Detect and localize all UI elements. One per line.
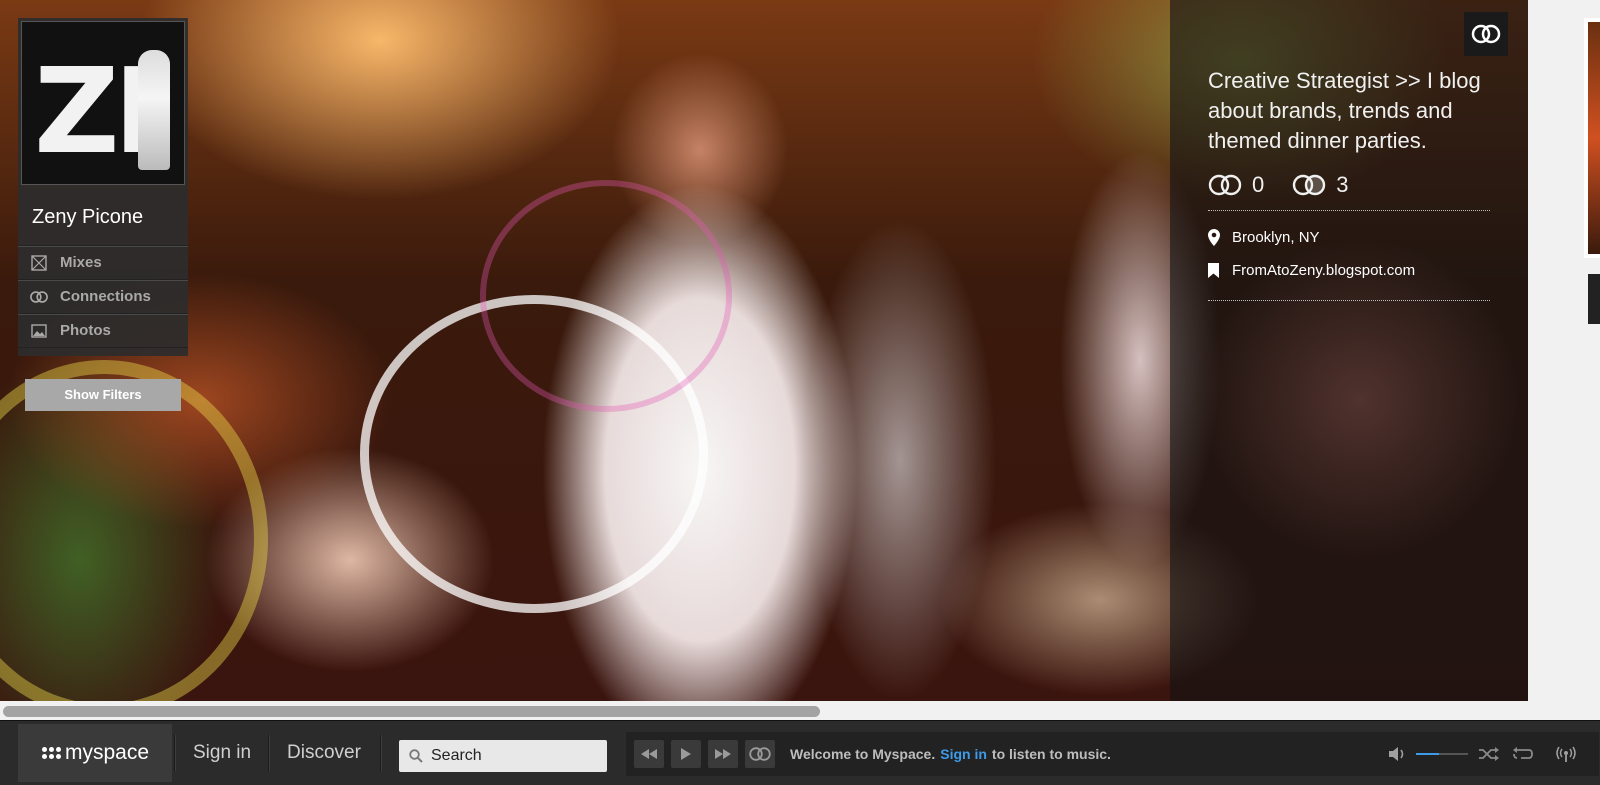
search-icon [409, 749, 423, 763]
menu-divider [18, 347, 188, 356]
divider [1208, 210, 1490, 211]
welcome-suffix: to listen to music. [991, 746, 1111, 762]
search-box[interactable] [399, 740, 607, 772]
glow-ring [480, 180, 732, 412]
separator [174, 735, 175, 771]
avatar-text: ZI [34, 42, 157, 180]
fast-forward-icon [715, 749, 731, 759]
fast-forward-button[interactable] [708, 740, 738, 768]
separator [268, 735, 269, 771]
location-row: Brooklyn, NY [1208, 229, 1320, 246]
volume-button[interactable] [1388, 744, 1410, 764]
bookmark-icon [1208, 263, 1222, 278]
repeat-button[interactable] [1512, 744, 1534, 764]
sign-in-link[interactable]: Sign in [193, 724, 251, 782]
connections-icon [30, 288, 48, 306]
profile-bio: Creative Strategist >> I blog about bran… [1208, 68, 1481, 153]
connections-out-icon [1293, 174, 1326, 196]
volume-icon [1389, 747, 1404, 761]
website-link[interactable]: FromAtoZeny.blogspot.com [1232, 262, 1415, 279]
menu-label: Photos [60, 322, 111, 339]
avatar-figure [138, 50, 170, 170]
repeat-icon [1513, 747, 1533, 759]
play-icon [681, 748, 691, 760]
play-button[interactable] [671, 740, 701, 768]
connect-icon[interactable] [1464, 12, 1508, 56]
volume-slider[interactable] [1416, 753, 1468, 755]
divider [1208, 300, 1490, 301]
connections-in-stat[interactable]: 0 [1208, 172, 1264, 198]
info-panel: Creative Strategist >> I blog about bran… [1170, 0, 1528, 701]
connect-icon [749, 747, 771, 761]
shuffle-icon [1479, 747, 1499, 761]
glow-ring [0, 360, 268, 701]
playback-controls: Welcome to Myspace. Sign in to listen to… [626, 732, 1599, 776]
player-bar: myspace Sign in Discover Welcome to Mysp… [0, 720, 1600, 785]
next-item-thumbnail-small[interactable] [1588, 274, 1600, 324]
website-row[interactable]: FromAtoZeny.blogspot.com [1208, 262, 1415, 279]
separator [380, 735, 381, 771]
broadcast-icon [1556, 746, 1576, 762]
connections-out-stat[interactable]: 3 [1292, 172, 1349, 198]
menu-item-mixes[interactable]: Mixes [18, 245, 188, 279]
connect-button[interactable] [745, 740, 775, 768]
thumbnail-image [1588, 22, 1600, 254]
next-item-thumbnail[interactable] [1584, 18, 1600, 258]
connection-stats: 0 3 [1208, 172, 1377, 198]
discover-link[interactable]: Discover [287, 724, 361, 782]
menu-label: Mixes [60, 254, 102, 271]
myspace-logo[interactable]: myspace [18, 724, 172, 782]
broadcast-button[interactable] [1555, 744, 1577, 764]
connections-in-count: 0 [1252, 172, 1265, 197]
avatar[interactable]: ZI [21, 21, 185, 185]
show-filters-button[interactable]: Show Filters [25, 379, 181, 411]
connections-out-count: 3 [1336, 172, 1349, 197]
mixes-icon [30, 254, 48, 272]
horizontal-scrollbar[interactable] [0, 701, 1600, 720]
search-input[interactable] [423, 747, 601, 765]
rewind-button[interactable] [634, 740, 664, 768]
welcome-sign-in-link[interactable]: Sign in [940, 746, 987, 762]
connections-in-icon [1208, 174, 1242, 196]
profile-card: ZI Zeny Picone Mixes Connections Photos [18, 18, 188, 356]
menu-label: Connections [60, 288, 151, 305]
menu-item-photos[interactable]: Photos [18, 313, 188, 347]
location-text: Brooklyn, NY [1232, 229, 1320, 246]
logo-text: myspace [64, 741, 150, 764]
welcome-prefix: Welcome to Myspace. [790, 746, 936, 762]
volume-level [1416, 753, 1440, 755]
photos-icon [30, 322, 48, 340]
rewind-icon [641, 749, 657, 759]
welcome-message: Welcome to Myspace. Sign in to listen to… [790, 732, 1111, 776]
myspace-logo-icon [41, 746, 63, 760]
shuffle-button[interactable] [1478, 744, 1500, 764]
location-pin-icon [1208, 229, 1222, 246]
scrollbar-thumb[interactable] [3, 706, 820, 717]
menu-item-connections[interactable]: Connections [18, 279, 188, 313]
profile-name[interactable]: Zeny Picone [18, 188, 188, 245]
